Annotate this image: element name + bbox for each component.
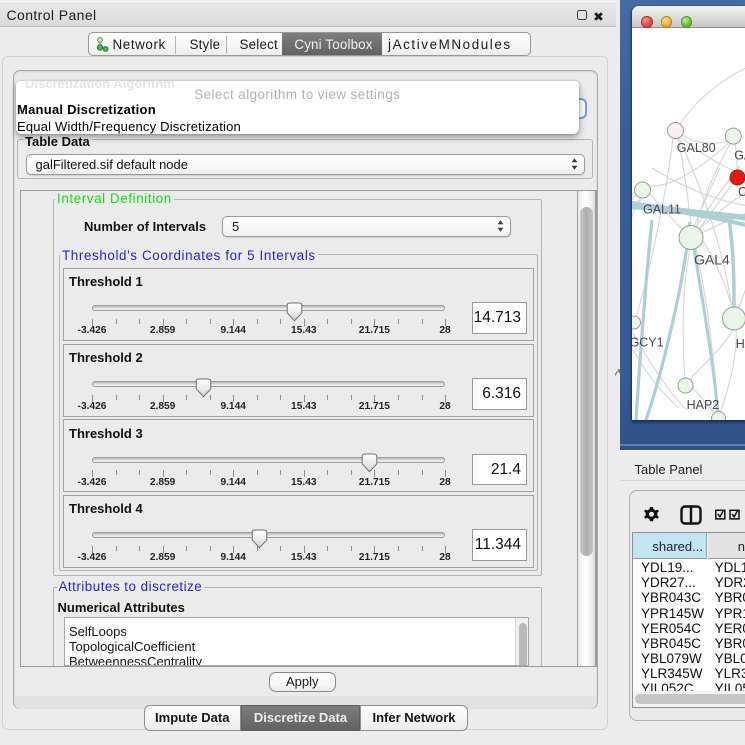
- svg-text:HA: HA: [735, 337, 745, 351]
- svg-text:GAL4: GAL4: [694, 251, 730, 267]
- svg-text:GAL80: GAL80: [676, 141, 715, 155]
- svg-text:C: C: [738, 185, 745, 199]
- svg-text:GAL11: GAL11: [643, 202, 681, 216]
- svg-text:HAP2: HAP2: [686, 398, 719, 412]
- svg-text:GA: GA: [734, 148, 745, 162]
- svg-text:GCY1: GCY1: [632, 335, 664, 349]
